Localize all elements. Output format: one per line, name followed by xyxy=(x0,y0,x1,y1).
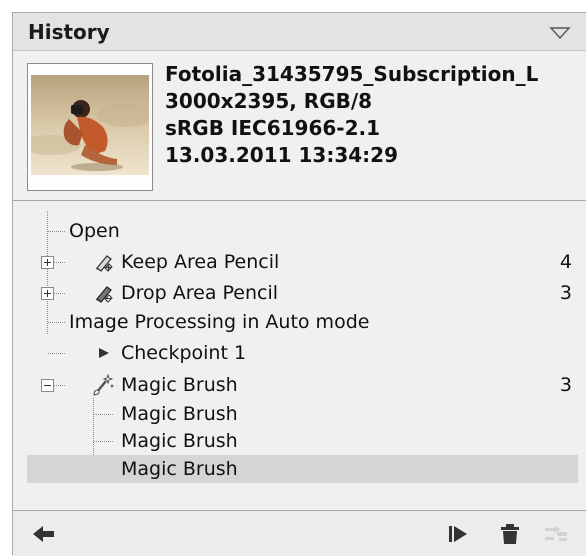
history-item-image-processing[interactable]: Image Processing in Auto mode xyxy=(13,308,586,336)
history-item-label: Checkpoint 1 xyxy=(121,342,247,364)
image-datetime: 13.03.2011 13:34:29 xyxy=(165,143,398,167)
history-item-keep-area-pencil[interactable]: Keep Area Pencil 4 xyxy=(13,248,586,276)
photo-thumbnail xyxy=(27,63,153,191)
panel-header: History xyxy=(13,13,586,51)
panel-title: History xyxy=(28,20,110,44)
history-item-label: Magic Brush xyxy=(121,403,238,425)
history-item-label: Open xyxy=(69,220,120,242)
merge-disabled-icon xyxy=(545,526,567,541)
history-item-label: Magic Brush xyxy=(121,374,238,396)
history-item-count: 4 xyxy=(559,251,572,273)
image-info: Fotolia_31435795_Subscription_L 3000x239… xyxy=(13,51,586,201)
magic-brush-icon xyxy=(93,374,114,396)
history-item-label: Drop Area Pencil xyxy=(121,282,279,304)
trash-icon[interactable] xyxy=(497,521,523,547)
play-triangle-icon xyxy=(99,348,109,358)
drop-pencil-icon xyxy=(96,286,113,303)
photo-thumbnail-image xyxy=(31,75,149,175)
history-panel: History Fotolia_31435795_Subscription_L … xyxy=(12,12,586,556)
history-item-label: Magic Brush xyxy=(121,430,238,452)
image-filename: Fotolia_31435795_Subscription_L xyxy=(165,62,539,86)
back-arrow-icon[interactable] xyxy=(31,521,57,547)
history-item-label: Image Processing in Auto mode xyxy=(69,311,370,333)
history-subitem-magic-brush[interactable]: Magic Brush xyxy=(13,427,586,455)
history-item-open[interactable]: Open xyxy=(13,217,586,245)
history-item-label: Keep Area Pencil xyxy=(121,251,280,273)
history-item-label: Magic Brush xyxy=(121,458,238,480)
history-item-count: 3 xyxy=(559,282,572,304)
keep-pencil-icon xyxy=(96,255,113,272)
image-metadata: Fotolia_31435795_Subscription_L 3000x239… xyxy=(165,61,586,196)
history-item-magic-brush[interactable]: Magic Brush 3 xyxy=(13,371,586,399)
history-item-drop-area-pencil[interactable]: Drop Area Pencil 3 xyxy=(13,279,586,307)
history-subitem-magic-brush-selected[interactable]: Magic Brush xyxy=(27,455,578,483)
history-item-count: 3 xyxy=(559,374,572,396)
flag-play-icon[interactable] xyxy=(445,521,471,547)
image-color-profile: sRGB IEC61966-2.1 xyxy=(165,116,381,140)
triangle-down-icon[interactable] xyxy=(549,26,571,40)
history-toolbar xyxy=(13,511,586,556)
history-list: Open Keep Area Pencil 4 Drop Area Pencil… xyxy=(13,201,586,511)
image-dimensions: 3000x2395, RGB/8 xyxy=(165,89,373,113)
history-item-checkpoint[interactable]: Checkpoint 1 xyxy=(13,339,586,367)
history-subitem-magic-brush[interactable]: Magic Brush xyxy=(13,400,586,428)
